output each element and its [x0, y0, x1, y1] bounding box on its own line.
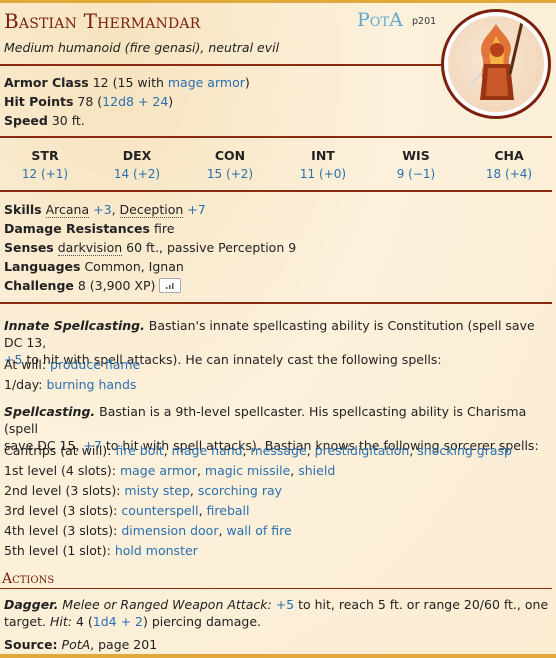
damage-resistances-row: Damage Resistances fire	[4, 221, 175, 236]
source-abbreviation[interactable]: PotA	[357, 9, 403, 31]
spell-level-row: 5th level (1 slot): hold monster	[4, 543, 198, 558]
damage-roller[interactable]: 1d4 + 2	[93, 614, 143, 629]
divider	[0, 588, 552, 589]
deception-roller[interactable]: +7	[187, 202, 205, 217]
divider	[0, 64, 442, 66]
spell-link[interactable]: scorching ray	[198, 483, 282, 498]
at-will-spells: At will: produce flame	[4, 357, 141, 372]
spell-link[interactable]: fireball	[207, 503, 250, 518]
bottom-border	[0, 654, 556, 658]
divider	[0, 302, 552, 304]
ability-roller[interactable]: 18 (+4)	[464, 167, 554, 181]
divider	[0, 190, 552, 192]
creature-name: Bastian Thermandar	[4, 9, 201, 33]
divider	[0, 136, 552, 138]
source-book-link[interactable]: PotA	[62, 637, 91, 652]
speed-row: Speed 30 ft.	[4, 113, 85, 128]
signal-bars-icon[interactable]	[159, 278, 182, 293]
spell-level-row: 4th level (3 slots): dimension door, wal…	[4, 523, 292, 538]
ability-roller[interactable]: 12 (+1)	[0, 167, 90, 181]
creature-subtitle: Medium humanoid (fire genasi), neutral e…	[4, 40, 280, 55]
ability-con: CON 15 (+2)	[185, 148, 275, 181]
attack-roller[interactable]: +5	[276, 597, 294, 612]
ability-cha: CHA 18 (+4)	[464, 148, 554, 181]
languages-row: Languages Common, Ignan	[4, 259, 184, 274]
arcana-roller[interactable]: +3	[93, 202, 111, 217]
spell-link[interactable]: shocking grasp	[417, 443, 512, 458]
top-border	[0, 0, 556, 3]
ability-roller[interactable]: 11 (+0)	[278, 167, 368, 181]
ability-dex: DEX 14 (+2)	[92, 148, 182, 181]
spell-link[interactable]: message	[251, 443, 307, 458]
challenge-row: Challenge 8 (3,900 XP)	[4, 278, 182, 293]
spell-level-row: 3rd level (3 slots): counterspell, fireb…	[4, 503, 250, 518]
arcana-skill[interactable]: Arcana	[45, 202, 90, 218]
ability-roller[interactable]: 9 (−1)	[371, 167, 461, 181]
senses-row: Senses darkvision 60 ft., passive Percep…	[4, 240, 297, 256]
armor-class-row: Armor Class 12 (15 with mage armor)	[4, 75, 250, 90]
spell-link[interactable]: wall of fire	[226, 523, 291, 538]
hit-dice-roller[interactable]: 12d8 + 24	[102, 94, 168, 109]
spell-level-row: 2nd level (3 slots): misty step, scorchi…	[4, 483, 283, 498]
spell-link[interactable]: hold monster	[115, 543, 198, 558]
spell-link[interactable]: shield	[298, 463, 335, 478]
dagger-action: Dagger. Melee or Ranged Weapon Attack: +…	[4, 597, 549, 629]
skills-row: Skills Arcana +3, Deception +7	[4, 202, 206, 218]
ability-int: INT 11 (+0)	[278, 148, 368, 181]
spell-link[interactable]: misty step	[124, 483, 189, 498]
statblock-card: Bastian Thermandar PotA p201 Medium huma…	[0, 0, 556, 658]
spell-link[interactable]: burning hands	[46, 377, 136, 392]
actions-header: Actions	[2, 571, 55, 587]
ability-roller[interactable]: 15 (+2)	[185, 167, 275, 181]
creature-portrait[interactable]	[441, 9, 551, 119]
per-day-spells: 1/day: burning hands	[4, 377, 137, 392]
spell-link[interactable]: fire bolt	[115, 443, 163, 458]
ability-wis: WIS 9 (−1)	[371, 148, 461, 181]
source-page: p201	[412, 16, 437, 27]
spell-link[interactable]: produce flame	[50, 357, 140, 372]
spell-link[interactable]: mage hand	[172, 443, 243, 458]
ability-str: STR 12 (+1)	[0, 148, 90, 181]
darkvision-link[interactable]: darkvision	[57, 240, 123, 256]
deception-skill[interactable]: Deception	[119, 202, 184, 218]
mage-armor-link[interactable]: mage armor	[168, 75, 245, 90]
hit-points-row: Hit Points 78 (12d8 + 24)	[4, 94, 174, 109]
spell-link[interactable]: magic missile	[205, 463, 290, 478]
spell-level-row: Cantrips (at will): fire bolt, mage hand…	[4, 443, 512, 458]
spell-link[interactable]: mage armor	[120, 463, 197, 478]
spell-link[interactable]: prestidigitation	[315, 443, 410, 458]
source-row: Source: PotA, page 201	[4, 637, 158, 652]
ability-roller[interactable]: 14 (+2)	[92, 167, 182, 181]
spell-link[interactable]: counterspell	[121, 503, 198, 518]
fire-genasi-portrait-icon	[448, 16, 544, 112]
spell-level-row: 1st level (4 slots): mage armor, magic m…	[4, 463, 336, 478]
spell-link[interactable]: dimension door	[121, 523, 218, 538]
